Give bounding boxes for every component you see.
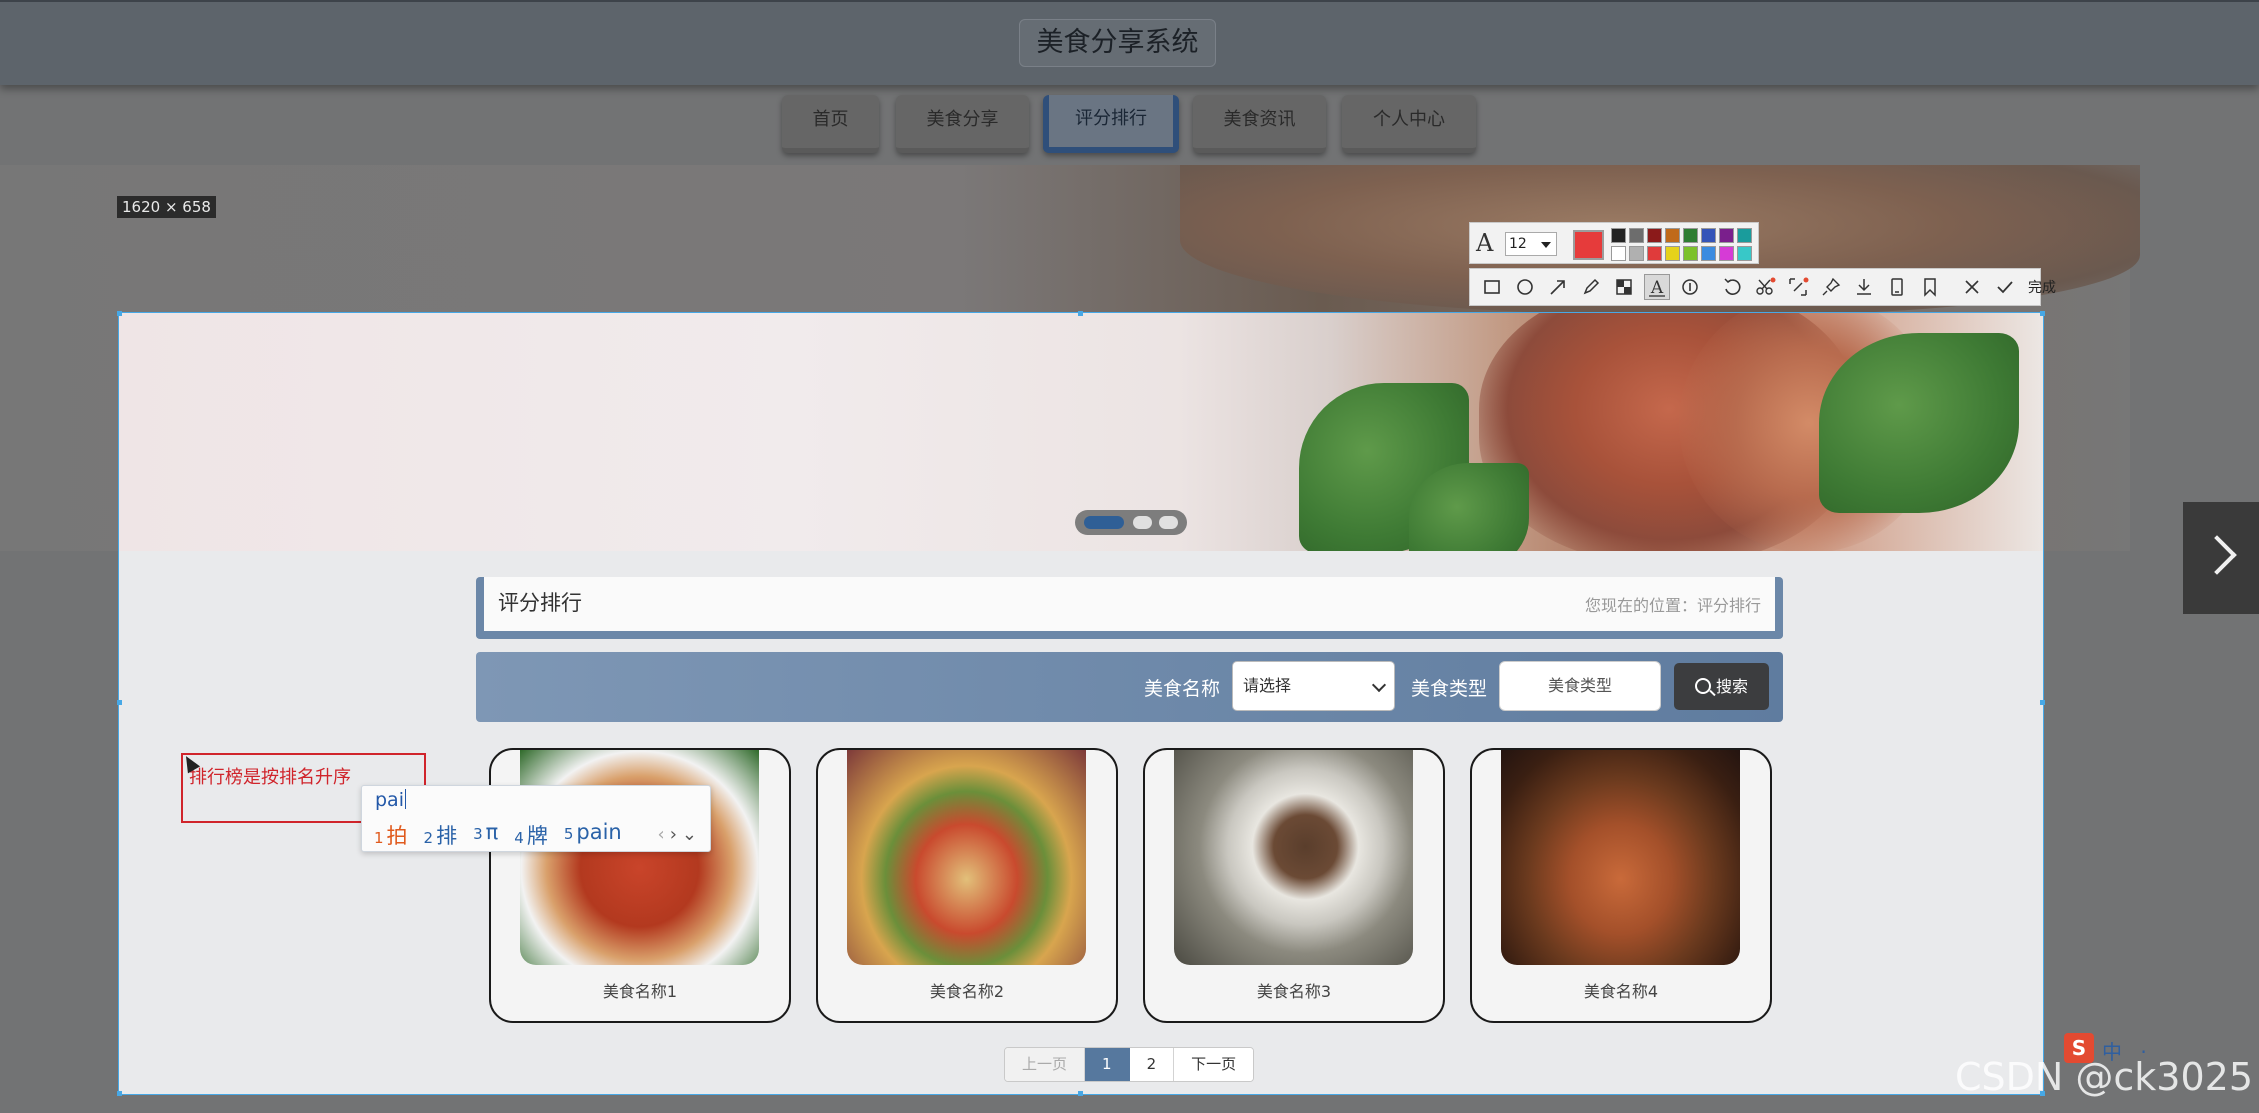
csdn-watermark: CSDN @ck3025	[1954, 1055, 2253, 1099]
save-icon[interactable]	[1885, 275, 1909, 299]
color-swatch[interactable]	[1629, 246, 1644, 261]
selection-size-readout: 1620 × 658	[117, 196, 216, 218]
color-swatch[interactable]	[1647, 246, 1662, 261]
color-swatch[interactable]	[1665, 246, 1680, 261]
resize-handle[interactable]	[1078, 311, 1083, 316]
ime-candidate-2[interactable]: 2排	[424, 820, 458, 850]
pagination: 上一页 1 2 下一页	[1004, 1047, 1255, 1082]
font-size-select[interactable]: 12	[1505, 232, 1557, 256]
nav-rating-rank[interactable]: 评分排行	[1043, 95, 1179, 153]
site-title: 美食分享系统	[1019, 19, 1216, 67]
ime-page-controls[interactable]: ‹›⌄	[658, 824, 703, 845]
search-bar: 美食名称 请选择 美食类型 美食类型 搜索	[476, 652, 1783, 722]
color-swatch[interactable]	[1737, 246, 1752, 261]
carousel-dot-3[interactable]	[1159, 516, 1178, 529]
pin-icon[interactable]	[1819, 275, 1843, 299]
resize-handle[interactable]	[2040, 700, 2045, 705]
search-icon	[1694, 678, 1711, 694]
hero-herb-leaf	[1819, 333, 2019, 513]
undo-icon[interactable]	[1720, 275, 1744, 299]
nav-personal-center[interactable]: 个人中心	[1342, 95, 1476, 153]
food-name[interactable]: 美食名称1	[491, 978, 789, 1002]
food-type-label: 美食类型	[1411, 678, 1488, 700]
food-name[interactable]: 美食名称4	[1472, 978, 1770, 1002]
carousel-dot-1[interactable]	[1084, 516, 1124, 529]
close-icon[interactable]	[1960, 275, 1984, 299]
color-swatch[interactable]	[1683, 228, 1698, 243]
font-icon: A	[1476, 229, 1494, 257]
resize-handle[interactable]	[117, 311, 122, 316]
carousel-next-button[interactable]	[2183, 502, 2259, 614]
check-icon[interactable]	[1993, 275, 2017, 299]
ime-candidate-window: pai 1拍 2排 3π 4牌 5 pain ‹›⌄	[361, 785, 711, 852]
food-name[interactable]: 美食名称2	[818, 978, 1116, 1002]
crop-icon[interactable]	[1753, 275, 1777, 299]
food-card[interactable]: 美食名称2	[816, 748, 1118, 1023]
resize-handle[interactable]	[1078, 1091, 1083, 1096]
color-swatch[interactable]	[1611, 246, 1626, 261]
food-name[interactable]: 美食名称3	[1145, 978, 1443, 1002]
long-screenshot-icon[interactable]	[1786, 275, 1810, 299]
pen-icon[interactable]	[1579, 275, 1603, 299]
resize-handle[interactable]	[117, 700, 122, 705]
prev-page-button[interactable]: 上一页	[1005, 1048, 1086, 1081]
ime-candidate-3[interactable]: 3π	[473, 820, 498, 850]
food-image[interactable]	[1174, 750, 1413, 965]
page-1-button[interactable]: 1	[1085, 1048, 1130, 1081]
food-card[interactable]: 美食名称3	[1143, 748, 1445, 1023]
color-swatch[interactable]	[1719, 228, 1734, 243]
color-swatch[interactable]	[1665, 228, 1680, 243]
search-button[interactable]: 搜索	[1674, 663, 1769, 710]
ime-candidate-5[interactable]: 5 pain	[564, 820, 622, 850]
rectangle-icon[interactable]	[1480, 275, 1504, 299]
color-swatch[interactable]	[1719, 246, 1734, 261]
color-swatch[interactable]	[1629, 228, 1644, 243]
food-type-input[interactable]: 美食类型	[1499, 661, 1661, 711]
carousel-indicator	[1075, 510, 1187, 535]
done-button[interactable]: 完成	[2028, 277, 2056, 297]
resize-handle[interactable]	[2040, 311, 2045, 316]
food-card[interactable]: 美食名称4	[1470, 748, 1772, 1023]
arrow-icon[interactable]	[1546, 275, 1570, 299]
text-icon[interactable]: A	[1644, 274, 1670, 300]
serial-number-icon[interactable]	[1678, 275, 1702, 299]
next-page-button[interactable]: 下一页	[1174, 1048, 1254, 1081]
color-swatch[interactable]	[1701, 246, 1716, 261]
ime-candidate-1[interactable]: 1拍	[374, 820, 408, 850]
ime-candidate-4[interactable]: 4牌	[514, 820, 548, 850]
food-name-select[interactable]: 请选择	[1232, 661, 1395, 711]
bookmark-icon[interactable]	[1918, 275, 1942, 299]
color-palette	[1611, 228, 1752, 261]
ime-candidate-list: 1拍 2排 3π 4牌 5 pain	[374, 820, 622, 850]
food-image[interactable]	[520, 750, 759, 965]
annotation-toolbar: A 完成	[1469, 268, 2056, 306]
site-header: 美食分享系统	[0, 0, 2259, 85]
text-style-toolbar: A 12	[1469, 222, 1759, 264]
color-swatch[interactable]	[1701, 228, 1716, 243]
color-swatch[interactable]	[1683, 246, 1698, 261]
mosaic-icon[interactable]	[1612, 275, 1636, 299]
resize-handle[interactable]	[117, 1091, 122, 1096]
food-name-label: 美食名称	[1144, 678, 1221, 700]
section-title-bar: 评分排行 您现在的位置：评分排行	[476, 577, 1783, 639]
ime-composition-text: pai	[375, 789, 406, 811]
food-image[interactable]	[847, 750, 1086, 965]
food-image[interactable]	[1501, 750, 1740, 965]
hero-banner	[119, 313, 2043, 551]
download-icon[interactable]	[1852, 275, 1876, 299]
page-title: 评分排行	[498, 591, 582, 615]
current-color-swatch[interactable]	[1573, 230, 1604, 260]
page-2-button[interactable]: 2	[1129, 1048, 1175, 1081]
carousel-dot-2[interactable]	[1133, 516, 1152, 529]
color-swatch[interactable]	[1647, 228, 1662, 243]
svg-text:A: A	[1650, 278, 1664, 298]
screenshot-selection[interactable]: 评分排行 您现在的位置：评分排行 美食名称 请选择 美食类型 美食类型 搜索 排…	[118, 312, 2044, 1095]
color-swatch[interactable]	[1737, 228, 1752, 243]
ellipse-icon[interactable]	[1513, 275, 1537, 299]
breadcrumb: 您现在的位置：评分排行	[1584, 596, 1761, 615]
nav-food-news[interactable]: 美食资讯	[1193, 95, 1326, 153]
color-swatch[interactable]	[1611, 228, 1626, 243]
nav-home[interactable]: 首页	[782, 95, 879, 153]
nav-food-share[interactable]: 美食分享	[896, 95, 1029, 153]
